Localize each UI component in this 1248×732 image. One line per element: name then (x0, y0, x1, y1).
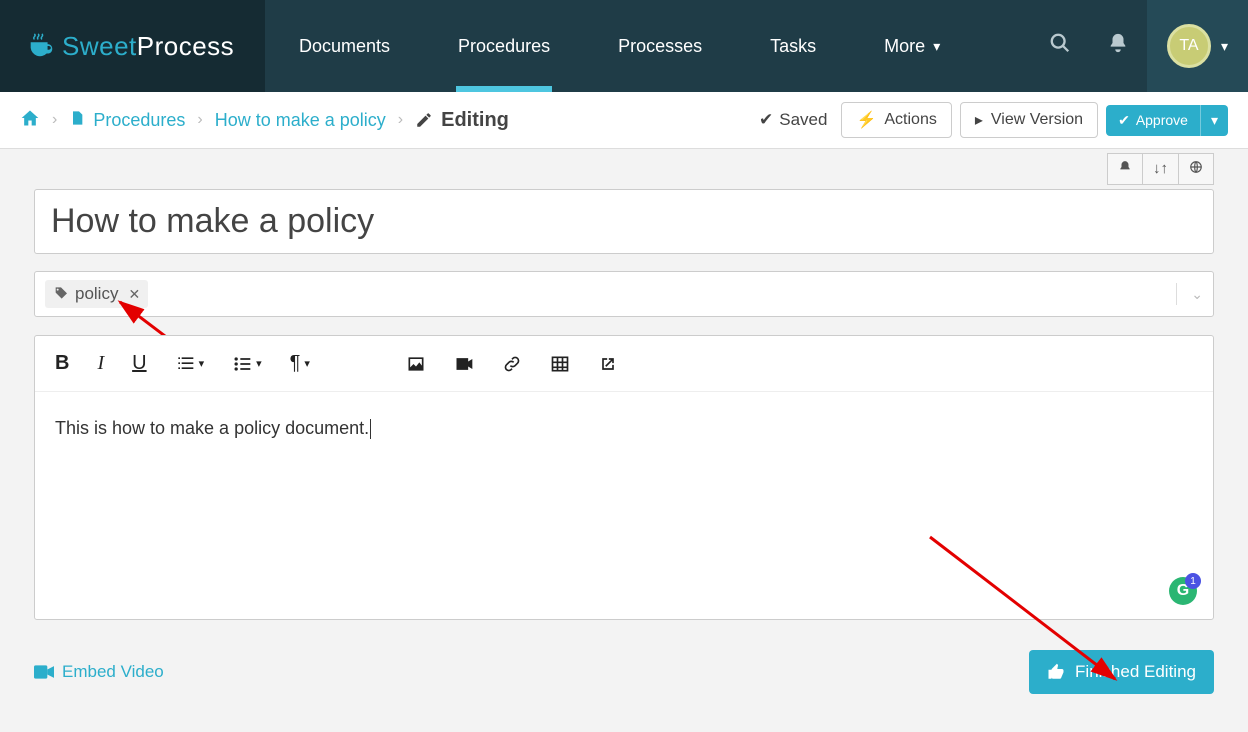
view-version-label: View Version (991, 111, 1083, 129)
grammarly-widget[interactable]: G 1 (1169, 577, 1197, 605)
nav-procedures[interactable]: Procedures (424, 0, 584, 92)
approve-button[interactable]: ✔ Approve ▾ (1106, 105, 1228, 136)
check-icon: ✔ (1118, 112, 1130, 129)
approve-label: Approve (1136, 112, 1188, 128)
file-icon (69, 109, 85, 132)
nav-documents[interactable]: Documents (265, 0, 424, 92)
avatar: TA (1167, 24, 1211, 68)
home-icon[interactable] (20, 108, 40, 133)
right-mini-toolbar: ↓↑ (1107, 153, 1214, 185)
brand-process: Process (137, 31, 234, 61)
open-external-button[interactable] (598, 354, 618, 374)
tag-icon (53, 286, 69, 302)
link-button[interactable] (502, 354, 522, 374)
approve-dropdown[interactable]: ▾ (1200, 105, 1228, 136)
paragraph-button[interactable]: ¶▾ (290, 352, 310, 375)
tags-dropdown[interactable]: ⌄ (1176, 283, 1203, 305)
nav-tasks-label: Tasks (770, 36, 816, 57)
separator: › (193, 111, 206, 129)
text-cursor (370, 419, 371, 439)
bottom-row: Embed Video Finished Editing (34, 650, 1214, 694)
video-icon (34, 665, 54, 679)
nav-processes[interactable]: Processes (584, 0, 736, 92)
breadcrumb-bar: › Procedures › How to make a policy › Ed… (0, 92, 1248, 149)
tag-remove[interactable]: ✕ (128, 286, 140, 303)
thumbs-up-icon (1047, 663, 1065, 681)
unordered-list-button[interactable]: ▾ (232, 354, 262, 374)
editor-toolbar: B I U ▾ ▾ ¶▾ (35, 336, 1213, 392)
embed-video-label: Embed Video (62, 662, 164, 682)
bolt-icon: ⚡ (856, 110, 876, 130)
ordered-list-button[interactable]: ▾ (175, 354, 205, 374)
underline-button[interactable]: U (132, 352, 146, 375)
nav-right: TA ▾ (1031, 0, 1248, 92)
table-button[interactable] (550, 354, 570, 374)
editor-body[interactable]: This is how to make a policy document. G… (35, 392, 1213, 619)
search-icon[interactable] (1031, 32, 1089, 60)
logo[interactable]: SweetProcess (0, 0, 265, 92)
view-version-button[interactable]: ▸ View Version (960, 102, 1098, 138)
actions-button[interactable]: ⚡ Actions (841, 102, 951, 138)
breadcrumb-editing: Editing (415, 109, 509, 132)
subbar-right: ✔ Saved ⚡ Actions ▸ View Version ✔ Approve … (759, 102, 1228, 138)
finished-editing-button[interactable]: Finished Editing (1029, 650, 1214, 694)
actions-label: Actions (884, 111, 936, 129)
separator: › (48, 111, 61, 129)
bell-icon[interactable] (1089, 32, 1147, 60)
editor-content-text: This is how to make a policy document. (55, 418, 369, 438)
saved-indicator: ✔ Saved (759, 110, 827, 130)
avatar-initials: TA (1179, 37, 1198, 55)
tags-field[interactable]: policy ✕ ⌄ (34, 271, 1214, 317)
tag-policy: policy ✕ (45, 280, 148, 308)
nav-documents-label: Documents (299, 36, 390, 57)
video-button[interactable] (454, 354, 474, 374)
separator: › (394, 111, 407, 129)
breadcrumb-item[interactable]: How to make a policy (215, 110, 386, 131)
saved-label: Saved (779, 110, 827, 130)
nav-processes-label: Processes (618, 36, 702, 57)
nav-more-label: More (884, 36, 925, 57)
play-icon: ▸ (975, 110, 983, 130)
breadcrumb-procedures[interactable]: Procedures (93, 110, 185, 131)
nav-procedures-label: Procedures (458, 36, 550, 57)
page-content: ↓↑ policy ✕ ⌄ B I U ▾ ▾ ¶▾ (0, 149, 1248, 714)
rich-text-editor: B I U ▾ ▾ ¶▾ This is how to make a polic… (34, 335, 1214, 620)
grammarly-badge: 1 (1185, 573, 1201, 589)
finished-editing-label: Finished Editing (1075, 662, 1196, 682)
user-menu[interactable]: TA ▾ (1147, 0, 1248, 92)
chevron-down-icon: ▾ (1221, 38, 1228, 55)
image-button[interactable] (406, 354, 426, 374)
tag-label: policy (75, 284, 118, 304)
embed-video-link[interactable]: Embed Video (34, 662, 164, 682)
chevron-down-icon: ▾ (933, 38, 940, 55)
top-nav: SweetProcess Documents Procedures Proces… (0, 0, 1248, 92)
notify-toggle[interactable] (1107, 153, 1143, 185)
cup-icon (26, 31, 56, 61)
pencil-icon (415, 111, 433, 129)
brand-sweet: Sweet (62, 31, 137, 61)
bold-button[interactable]: B (55, 352, 69, 375)
title-input[interactable] (34, 189, 1214, 254)
globe-toggle[interactable] (1179, 153, 1214, 185)
nav-more[interactable]: More ▾ (850, 0, 974, 92)
nav-items: Documents Procedures Processes Tasks Mor… (265, 0, 974, 92)
sort-toggle[interactable]: ↓↑ (1143, 153, 1179, 185)
nav-tasks[interactable]: Tasks (736, 0, 850, 92)
breadcrumb-editing-label: Editing (441, 109, 509, 132)
italic-button[interactable]: I (97, 352, 104, 375)
